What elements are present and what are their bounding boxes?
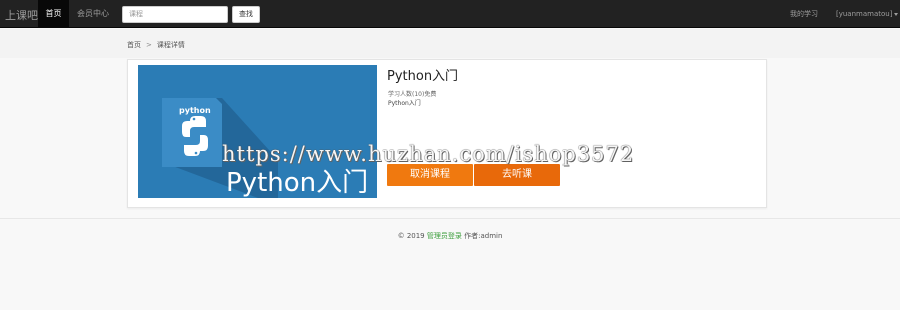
footer-divider [0, 218, 900, 219]
nav-member-center[interactable]: 会员中心 [77, 0, 109, 28]
footer: © 2019 管理员登录 作者:admin [0, 231, 900, 241]
breadcrumb-home[interactable]: 首页 [127, 41, 141, 49]
search-button[interactable]: 查找 [232, 6, 260, 23]
nav-my-study[interactable]: 我的学习 [790, 0, 818, 28]
course-card: python Python入门 Python入门 学习人数(10)免费 Pyth… [127, 59, 767, 208]
cover-logo-text: python [179, 106, 211, 115]
brand-logo[interactable]: 上课吧 [5, 7, 38, 23]
nav-home[interactable]: 首页 [38, 0, 69, 28]
breadcrumb-current: 课程详情 [156, 41, 185, 49]
footer-copyright: © 2019 [397, 232, 425, 240]
chevron-down-icon [894, 12, 899, 16]
cover-title-text: Python入门 [226, 168, 368, 198]
user-name: [yuanmamatou] [836, 10, 893, 18]
course-meta: 学习人数(10)免费 [388, 91, 437, 98]
admin-login-link[interactable]: 管理员登录 [427, 232, 462, 240]
course-cover-image: python Python入门 [138, 65, 377, 198]
chevron-right-icon: > [146, 41, 152, 49]
breadcrumb: 首页 > 课程详情 [127, 40, 185, 50]
course-title: Python入门 [387, 69, 459, 84]
course-description: Python入门 [388, 100, 421, 107]
search-input[interactable]: 课程 [122, 6, 228, 23]
breadcrumb-band: 首页 > 课程详情 [0, 29, 900, 58]
footer-author: 作者:admin [464, 232, 503, 240]
watermark: https://www.huzhan.com/ishop3572 [222, 142, 635, 166]
cancel-course-button[interactable]: 取消课程 [387, 164, 473, 186]
top-navbar: 上课吧 首页 会员中心 课程 查找 我的学习 [yuanmamatou] [0, 0, 900, 28]
go-listen-button[interactable]: 去听课 [474, 164, 560, 186]
python-cover-graphic: python Python入门 [138, 65, 377, 198]
user-menu[interactable]: [yuanmamatou] [836, 0, 899, 28]
